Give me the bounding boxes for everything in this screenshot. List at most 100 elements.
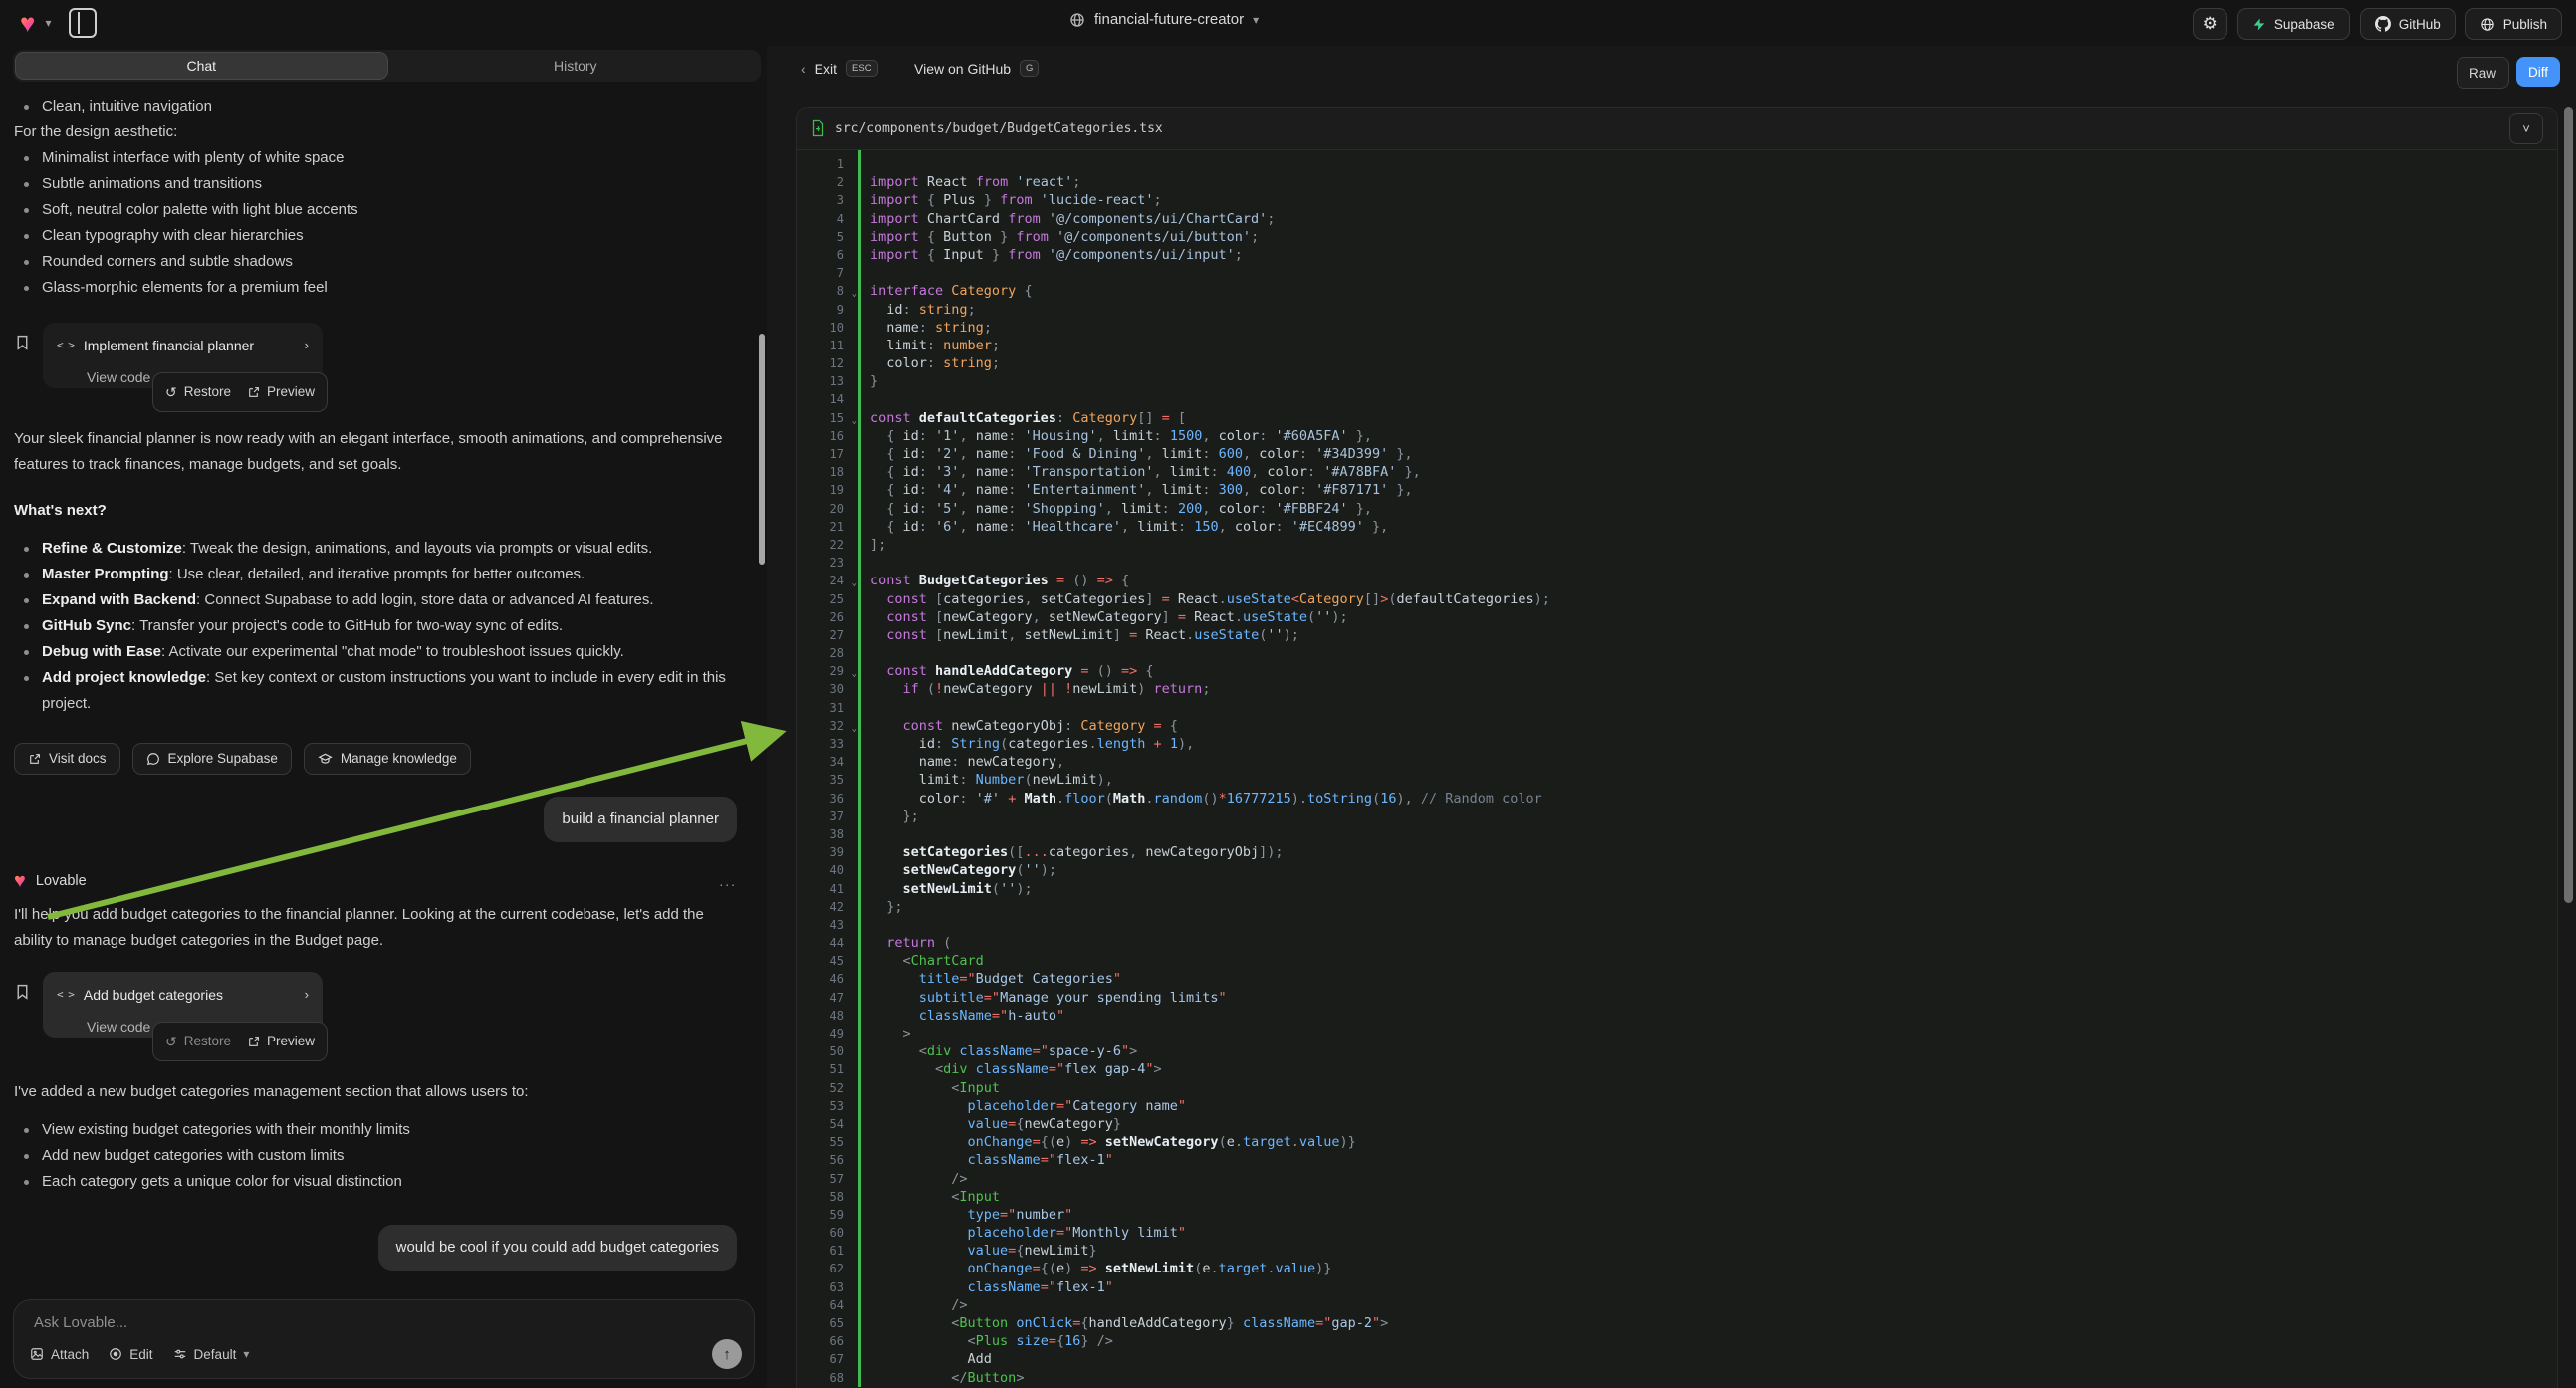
publish-button[interactable]: Publish [2465, 8, 2562, 40]
project-name: financial-future-creator [1094, 11, 1244, 28]
chat-scrollbar[interactable] [759, 334, 765, 565]
code-view-header: ‹ Exit ESC View on GitHub G Raw Diff [767, 46, 2576, 102]
code-line: 47 subtitle="Manage your spending limits… [797, 989, 2557, 1007]
chat-composer[interactable]: Ask Lovable... Attach Edit Default ▾ ↑ [13, 1299, 755, 1379]
image-icon [30, 1347, 44, 1361]
code-line: 21 { id: '6', name: 'Healthcare', limit:… [797, 518, 2557, 536]
restore-icon: ↺ [165, 379, 177, 405]
restore-icon: ↺ [165, 1029, 177, 1054]
code-line: 12 color: string; [797, 354, 2557, 372]
file-diff-card: src/components/budget/BudgetCategories.t… [796, 107, 2558, 1388]
github-icon [2375, 16, 2391, 32]
exit-button[interactable]: ‹ Exit ESC [801, 60, 878, 77]
user-message: would be cool if you could add budget ca… [378, 1225, 737, 1271]
code-line: 2import React from 'react'; [797, 173, 2557, 191]
code-line: 37 }; [797, 808, 2557, 825]
bookmark-icon[interactable] [14, 333, 31, 352]
sidebar-toggle-icon[interactable] [69, 8, 97, 38]
supabase-label: Supabase [2274, 17, 2335, 32]
diff-button[interactable]: Diff [2516, 57, 2560, 87]
view-on-github-button[interactable]: View on GitHub G [914, 60, 1039, 77]
version-title: Add budget categories [84, 982, 295, 1008]
chevron-right-icon[interactable]: › [305, 982, 309, 1008]
send-button[interactable]: ↑ [712, 1339, 742, 1369]
code-line: 34 name: newCategory, [797, 753, 2557, 771]
settings-button[interactable]: ⚙ [2193, 8, 2227, 40]
chevron-down-icon[interactable]: ▾ [45, 16, 51, 30]
restore-button[interactable]: ↺Restore [165, 379, 231, 405]
chat-bubble-icon [146, 752, 160, 766]
code-line: 13} [797, 372, 2557, 390]
code-line: 36 color: '#' + Math.floor(Math.random()… [797, 790, 2557, 808]
chat-input[interactable]: Ask Lovable... [34, 1314, 127, 1331]
code-line: 10 name: string; [797, 319, 2557, 337]
design-bullet-list: Minimalist interface with plenty of whit… [14, 145, 737, 301]
file-header[interactable]: src/components/budget/BudgetCategories.t… [797, 108, 2557, 150]
code-line: 28 [797, 644, 2557, 662]
code-scrollbar[interactable] [2564, 107, 2573, 903]
supabase-icon [2252, 17, 2266, 32]
model-selector[interactable]: Default ▾ [173, 1347, 250, 1362]
edit-mode-button[interactable]: Edit [109, 1347, 152, 1362]
preview-button[interactable]: Preview [247, 379, 315, 405]
chevron-up-icon: ˅ [2522, 121, 2530, 136]
code-icon: < > [57, 333, 74, 358]
github-label: GitHub [2399, 17, 2441, 32]
more-options-icon[interactable]: ... [719, 868, 737, 894]
publish-globe-icon [2480, 17, 2495, 32]
lovable-heart-icon: ♥ [14, 871, 26, 891]
tab-chat[interactable]: Chat [15, 52, 388, 80]
external-link-icon [28, 753, 41, 766]
code-line: 56 className="flex-1" [797, 1151, 2557, 1169]
version-card-implement-financial-planner[interactable]: < > Implement financial planner › View c… [43, 323, 323, 388]
graduation-cap-icon [318, 752, 333, 766]
supabase-button[interactable]: Supabase [2237, 8, 2350, 40]
list-item: Clean typography with clear hierarchies [42, 223, 737, 249]
chevron-down-icon: ▾ [1253, 13, 1259, 27]
external-link-icon [247, 386, 260, 399]
explore-supabase-button[interactable]: Explore Supabase [132, 743, 292, 775]
code-line: 59 type="number" [797, 1206, 2557, 1224]
project-switcher[interactable]: financial-future-creator ▾ [1069, 11, 1259, 28]
preview-button[interactable]: Preview [247, 1029, 315, 1054]
code-line: 43 [797, 916, 2557, 934]
added-heading: I've added a new budget categories manag… [14, 1079, 737, 1105]
code-line: 61 value={newLimit} [797, 1242, 2557, 1260]
code-line: 29⌄ const handleAddCategory = () => { [797, 662, 2557, 680]
list-item: Glass-morphic elements for a premium fee… [42, 275, 737, 301]
tab-history[interactable]: History [390, 50, 762, 82]
code-line: 40 setNewCategory(''); [797, 861, 2557, 879]
list-item: View existing budget categories with the… [42, 1117, 737, 1143]
app-window: { "colors":{"diff_blue":"#4493f8","accen… [0, 0, 2576, 1388]
added-bullet-list: View existing budget categories with the… [14, 1117, 737, 1195]
code-line: 32⌄ const newCategoryObj: Category = { [797, 717, 2557, 735]
code-line: 67 Add [797, 1350, 2557, 1368]
code-line: 63 className="flex-1" [797, 1278, 2557, 1296]
collapse-button[interactable]: ˅ [2509, 113, 2543, 144]
visit-docs-button[interactable]: Visit docs [14, 743, 120, 775]
code-line: 5import { Button } from '@/components/ui… [797, 228, 2557, 246]
code-line: 6import { Input } from '@/components/ui/… [797, 246, 2557, 264]
assistant-header: ♥ Lovable ... [14, 868, 737, 894]
chevron-down-icon: ▾ [243, 1347, 249, 1361]
attach-button[interactable]: Attach [30, 1347, 89, 1362]
file-path: src/components/budget/BudgetCategories.t… [835, 121, 1163, 136]
lovable-logo[interactable]: ♥ [20, 10, 35, 36]
assistant-summary: Your sleek financial planner is now read… [14, 426, 737, 478]
code-line: 42 }; [797, 898, 2557, 916]
chevron-right-icon[interactable]: › [305, 333, 309, 358]
code-line: 16 { id: '1', name: 'Housing', limit: 15… [797, 427, 2557, 445]
code-line: 9 id: string; [797, 301, 2557, 319]
code-line: 30 if (!newCategory || !newLimit) return… [797, 680, 2557, 698]
github-button[interactable]: GitHub [2360, 8, 2456, 40]
code-area: 12import React from 'react';3import { Pl… [797, 150, 2557, 1387]
bookmark-icon[interactable] [14, 982, 31, 1002]
code-line: 44 return ( [797, 934, 2557, 952]
code-line: 48 className="h-auto" [797, 1007, 2557, 1025]
manage-knowledge-button[interactable]: Manage knowledge [304, 743, 471, 775]
code-line: 38 [797, 825, 2557, 843]
raw-button[interactable]: Raw [2457, 57, 2509, 89]
code-line: 66 <Plus size={16} /> [797, 1332, 2557, 1350]
restore-button[interactable]: ↺Restore [165, 1029, 231, 1054]
version-card-add-budget-categories[interactable]: < > Add budget categories › View code ↺R… [43, 972, 323, 1038]
